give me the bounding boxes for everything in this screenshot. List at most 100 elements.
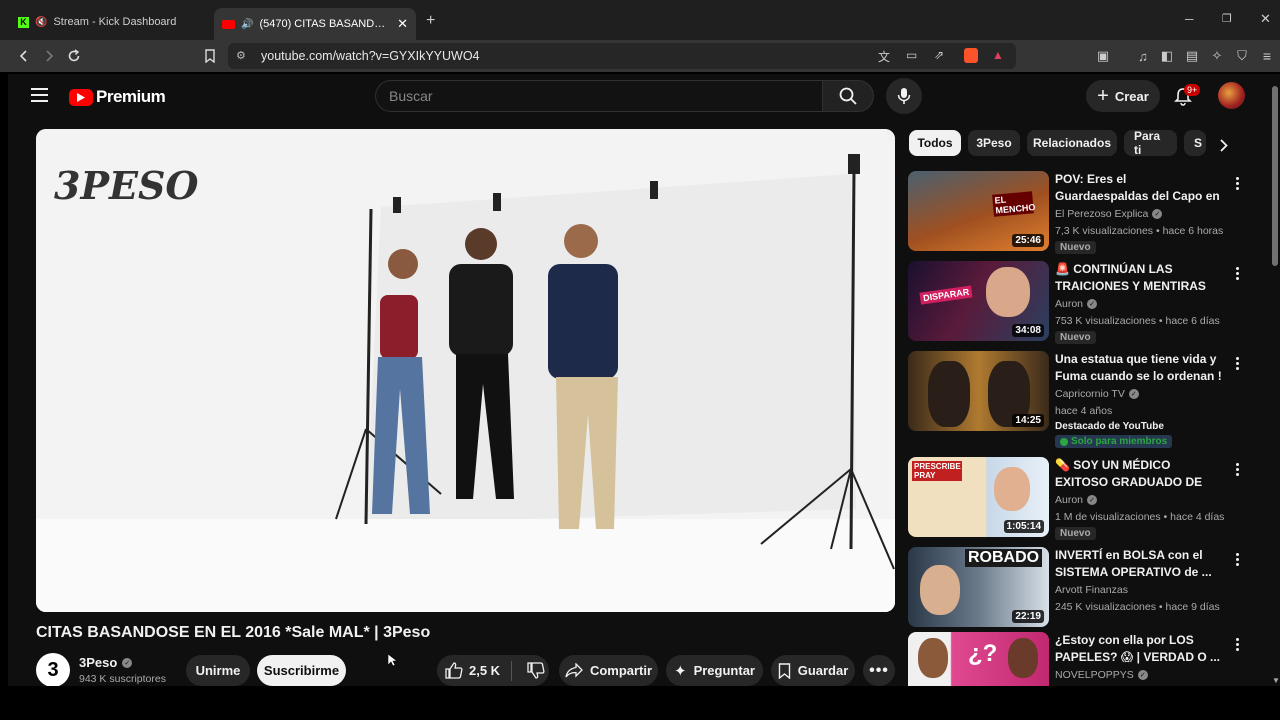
video-thumbnail[interactable]: ¿? (908, 632, 1049, 686)
bookmark-icon[interactable] (201, 47, 219, 65)
new-tab-button[interactable]: + (426, 12, 435, 30)
chip-todos[interactable]: Todos (909, 130, 961, 156)
thumbnail-face (918, 638, 948, 678)
cast-icon[interactable]: ▭ (906, 48, 917, 62)
ask-button[interactable]: ✦ Preguntar (666, 655, 763, 686)
channel-row[interactable]: Auron ✓ (1055, 298, 1098, 310)
back-icon[interactable] (15, 47, 33, 65)
more-options-icon[interactable] (1230, 550, 1244, 568)
menu-icon[interactable]: ≡ (1258, 47, 1276, 65)
new-badge: Nuevo (1055, 331, 1096, 344)
recommendation-item[interactable]: ROBADO 22:19 INVERTÍ en BOLSA con el SIS… (908, 547, 1268, 629)
recommendation-item[interactable]: EL MENCHO 25:46 POV: Eres el Guardaespal… (908, 171, 1268, 254)
sidebar-toggle-icon[interactable]: ▣ (1094, 47, 1112, 65)
recommendation-title[interactable]: Una estatua que tiene vida y Fuma cuando… (1055, 351, 1223, 385)
video-meta: 1 M de visualizaciones • hace 4 días (1055, 511, 1225, 523)
channel-name[interactable]: Auron (1055, 298, 1083, 310)
more-options-icon[interactable] (1230, 264, 1244, 282)
maximize-button[interactable]: ❐ (1222, 12, 1232, 25)
channel-avatar[interactable]: 3 (36, 653, 70, 687)
channel-name[interactable]: Auron (1055, 494, 1083, 506)
chip-relacionados[interactable]: Relacionados (1027, 130, 1117, 156)
sparkle-icon: ✦ (674, 662, 687, 680)
reload-icon[interactable] (65, 47, 83, 65)
wallet-icon[interactable]: ▤ (1183, 47, 1201, 65)
search-button[interactable] (822, 80, 874, 112)
channel-row[interactable]: Auron ✓ (1055, 494, 1098, 506)
video-thumbnail[interactable]: ROBADO 22:19 (908, 547, 1049, 627)
search-input[interactable]: Buscar (375, 80, 822, 112)
video-thumbnail[interactable]: PRESCRIBE PRAY 1:05:14 (908, 457, 1049, 537)
chips-next-button[interactable] (1208, 130, 1238, 160)
more-options-icon[interactable] (1230, 174, 1244, 192)
scroll-down-arrow-icon[interactable]: ▼ (1272, 676, 1280, 685)
subscribe-button[interactable]: Suscribirme (257, 655, 346, 686)
video-thumbnail[interactable]: EL MENCHO 25:46 (908, 171, 1049, 251)
forward-icon[interactable] (40, 47, 58, 65)
video-thumbnail[interactable]: 14:25 (908, 351, 1049, 431)
channel-name[interactable]: 3Peso (79, 655, 117, 670)
channel-row[interactable]: Arvott Finanzas (1055, 584, 1128, 596)
vpn-icon[interactable]: ⛉ (1233, 47, 1251, 65)
channel-name[interactable]: NOVELPOPPYS (1055, 669, 1134, 681)
channel-name-row[interactable]: 3Peso ✓ (79, 655, 133, 670)
recommendation-item[interactable]: PRESCRIBE PRAY 1:05:14 💊 SOY UN MÉDICO E… (908, 457, 1268, 540)
chip-partial[interactable]: S (1184, 130, 1206, 156)
chip-3peso[interactable]: 3Peso (968, 130, 1020, 156)
members-only-badge: Solo para miembros (1055, 435, 1173, 448)
recommendation-title[interactable]: ¿Estoy con ella por LOS PAPELES? 😱 | VER… (1055, 632, 1223, 666)
url-bar[interactable]: ⚙ youtube.com/watch?v=GYXIkYYUWO4 文 ▭ ⇗ … (228, 43, 1016, 69)
channel-name[interactable]: Capricornio TV (1055, 388, 1125, 400)
more-options-icon[interactable] (1230, 635, 1244, 653)
tab-youtube-video[interactable]: 🔊 (5470) CITAS BASANDOSE EN EL 2016 *Sal… (214, 8, 416, 40)
channel-name[interactable]: Arvott Finanzas (1055, 584, 1128, 596)
url-text[interactable]: youtube.com/watch?v=GYXIkYYUWO4 (261, 49, 480, 63)
more-actions-button[interactable]: ••• (863, 655, 895, 686)
channel-name[interactable]: El Perezoso Explica (1055, 208, 1148, 220)
voice-search-button[interactable] (886, 78, 922, 114)
recommendation-item[interactable]: 14:25 Una estatua que tiene vida y Fuma … (908, 351, 1268, 449)
media-icon[interactable]: ♫ (1134, 47, 1152, 65)
minimize-button[interactable]: ─ (1185, 12, 1194, 26)
reading-list-icon[interactable]: ◧ (1158, 47, 1176, 65)
recommendation-title[interactable]: POV: Eres el Guardaespaldas del Capo en … (1055, 171, 1223, 205)
recommendation-item[interactable]: ¿? ¿Estoy con ella por LOS PAPELES? 😱 | … (908, 632, 1268, 686)
channel-row[interactable]: El Perezoso Explica ✓ (1055, 208, 1163, 220)
thumbs-down-icon (527, 662, 545, 679)
dislike-button[interactable] (527, 662, 545, 679)
site-settings-icon[interactable]: ⚙ (236, 49, 246, 62)
muted-icon: 🔇 (35, 16, 48, 28)
recommendation-title[interactable]: 💊 SOY UN MÉDICO EXITOSO GRADUADO DE HARV… (1055, 457, 1223, 491)
avatar[interactable] (1218, 82, 1245, 109)
brave-shield-icon[interactable] (964, 48, 978, 63)
share-button[interactable]: Compartir (559, 655, 658, 686)
recommendation-title[interactable]: INVERTÍ en BOLSA con el SISTEMA OPERATIV… (1055, 547, 1223, 581)
close-tab-icon[interactable]: ✕ (397, 16, 408, 32)
close-window-button[interactable]: ✕ (1260, 11, 1271, 27)
more-options-icon[interactable] (1230, 354, 1244, 372)
create-button[interactable]: + Crear (1086, 80, 1160, 112)
hamburger-menu-icon[interactable] (31, 88, 48, 102)
video-player[interactable]: 3PESO (36, 129, 895, 612)
page-scrollbar[interactable] (1272, 86, 1278, 266)
channel-row[interactable]: NOVELPOPPYS ✓ (1055, 669, 1148, 681)
youtube-premium-logo[interactable]: Premium (69, 87, 166, 107)
like-button[interactable]: 2,5 K (445, 662, 500, 679)
tab-kick-dashboard[interactable]: K 🔇 Stream - Kick Dashboard (10, 8, 210, 36)
thumbnail-face (1008, 638, 1038, 678)
save-button[interactable]: Guardar (771, 655, 855, 686)
recommendation-item[interactable]: DISPARAR 34:08 🚨 CONTINÚAN LAS TRAICIONE… (908, 261, 1268, 344)
more-options-icon[interactable] (1230, 460, 1244, 478)
duration-badge: 34:08 (1012, 324, 1044, 337)
leo-ai-icon[interactable]: ✧ (1208, 47, 1226, 65)
chip-para-ti[interactable]: Para ti (1124, 129, 1177, 157)
share-page-icon[interactable]: ⇗ (934, 48, 944, 62)
recommendation-title[interactable]: 🚨 CONTINÚAN LAS TRAICIONES Y MENTIRAS EN… (1055, 261, 1223, 295)
thumbnail-face (920, 565, 960, 615)
brave-rewards-icon[interactable]: ▲ (992, 48, 1004, 62)
video-thumbnail[interactable]: DISPARAR 34:08 (908, 261, 1049, 341)
translate-icon[interactable]: 文 (878, 48, 890, 65)
channel-row[interactable]: Capricornio TV ✓ (1055, 388, 1139, 400)
duration-badge: 25:46 (1012, 234, 1044, 247)
join-button[interactable]: Unirme (186, 655, 250, 686)
